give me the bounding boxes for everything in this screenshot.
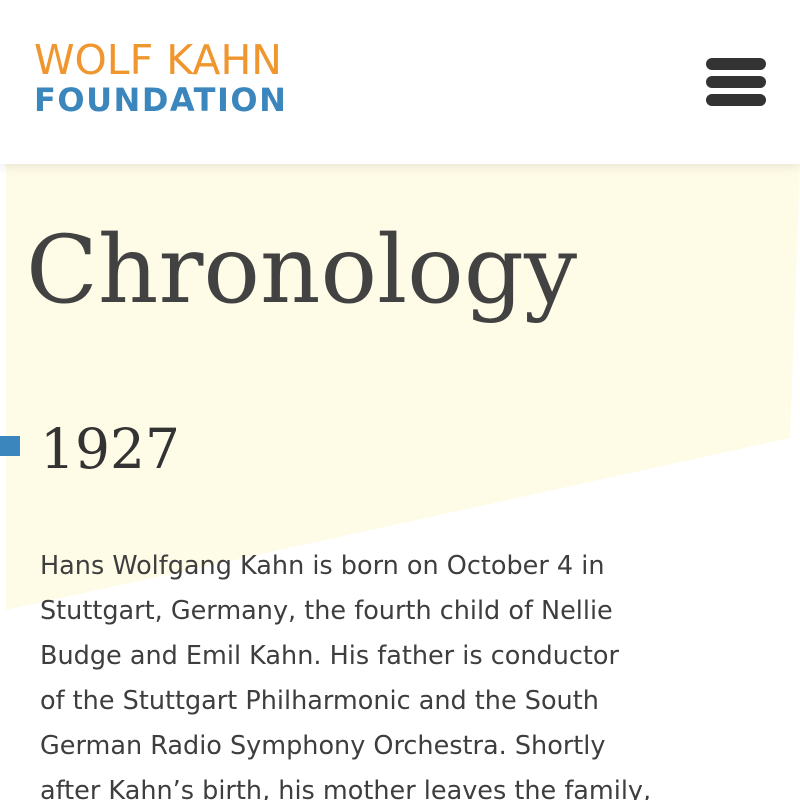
menu-bar-top (706, 58, 766, 70)
entry-text-line: Hans Wolfgang Kahn is born on October 4 … (40, 551, 605, 581)
site-header: WOLF KAHN FOUNDATION (0, 0, 800, 164)
timeline-year: 1927 (40, 417, 180, 481)
logo-wordmark-top: WOLF KAHN (34, 36, 282, 84)
logo-wordmark-bottom: FOUNDATION (34, 81, 288, 119)
page-title: Chronology (26, 216, 578, 325)
timeline-marker (0, 436, 20, 456)
entry-text-line: after Kahn’s birth, his mother leaves th… (40, 776, 652, 800)
menu-button[interactable] (706, 58, 766, 106)
menu-bar-bottom (706, 94, 766, 106)
menu-bar-middle (706, 76, 766, 88)
entry-text-line: Stuttgart, Germany, the fourth child of … (40, 596, 613, 626)
chronology-section: Chronology 1927 Hans Wolfgang Kahn is bo… (0, 164, 800, 800)
entry-text-line: German Radio Symphony Orchestra. Shortly (40, 731, 606, 761)
entry-text-line: Budge and Emil Kahn. His father is condu… (40, 641, 619, 671)
site-logo[interactable]: WOLF KAHN FOUNDATION (34, 38, 334, 118)
entry-text-line: of the Stuttgart Philharmonic and the So… (40, 686, 599, 716)
timeline-entry-text: Hans Wolfgang Kahn is born on October 4 … (40, 544, 760, 800)
